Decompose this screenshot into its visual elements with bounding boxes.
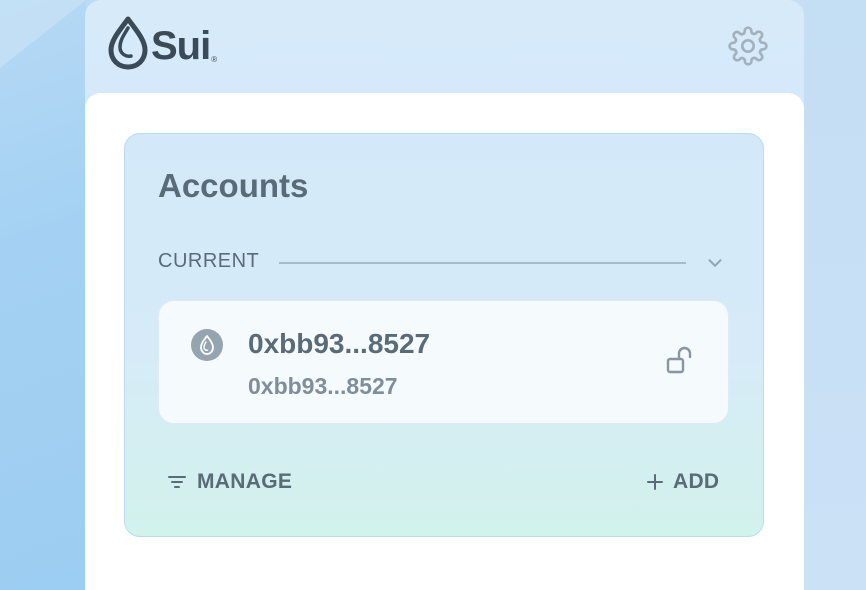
gear-icon[interactable] bbox=[728, 26, 768, 66]
brand-name: Sui bbox=[151, 24, 211, 68]
background-left-panel bbox=[0, 0, 86, 590]
manage-button[interactable]: MANAGE bbox=[166, 470, 292, 494]
add-account-button[interactable]: ADD bbox=[644, 470, 719, 494]
manage-button-label: MANAGE bbox=[197, 470, 293, 493]
add-button-label: ADD bbox=[673, 470, 720, 493]
account-list-item[interactable]: 0xbb93...8527 0xbb93...8527 bbox=[158, 300, 729, 424]
accounts-title: Accounts bbox=[158, 167, 309, 204]
account-address: 0xbb93...8527 bbox=[248, 373, 398, 399]
sui-drop-icon bbox=[191, 329, 223, 361]
chevron-down-icon[interactable] bbox=[704, 252, 726, 274]
account-avatar-glyph bbox=[200, 335, 214, 355]
account-name: 0xbb93...8527 bbox=[248, 328, 431, 359]
filter-lines-icon bbox=[168, 476, 186, 488]
sui-logo: Sui ® bbox=[107, 16, 217, 70]
section-divider bbox=[279, 262, 686, 264]
current-section-label: CURRENT bbox=[158, 250, 260, 272]
registered-mark: ® bbox=[211, 55, 218, 64]
unlocked-padlock-icon[interactable] bbox=[665, 345, 697, 377]
current-section-header: CURRENT bbox=[158, 248, 728, 278]
accounts-card: Accounts CURRENT 0xbb93...8527 0xbb93...… bbox=[124, 133, 764, 537]
plus-icon bbox=[647, 474, 663, 490]
wallet-window: Sui ® Accounts CURRENT 0xbb93...8527 0xb… bbox=[85, 0, 804, 590]
background-right-panel bbox=[804, 0, 866, 590]
sui-drop-logo-icon bbox=[108, 16, 148, 70]
header: Sui ® bbox=[85, 0, 804, 93]
main-content: Accounts CURRENT 0xbb93...8527 0xbb93...… bbox=[85, 93, 804, 590]
